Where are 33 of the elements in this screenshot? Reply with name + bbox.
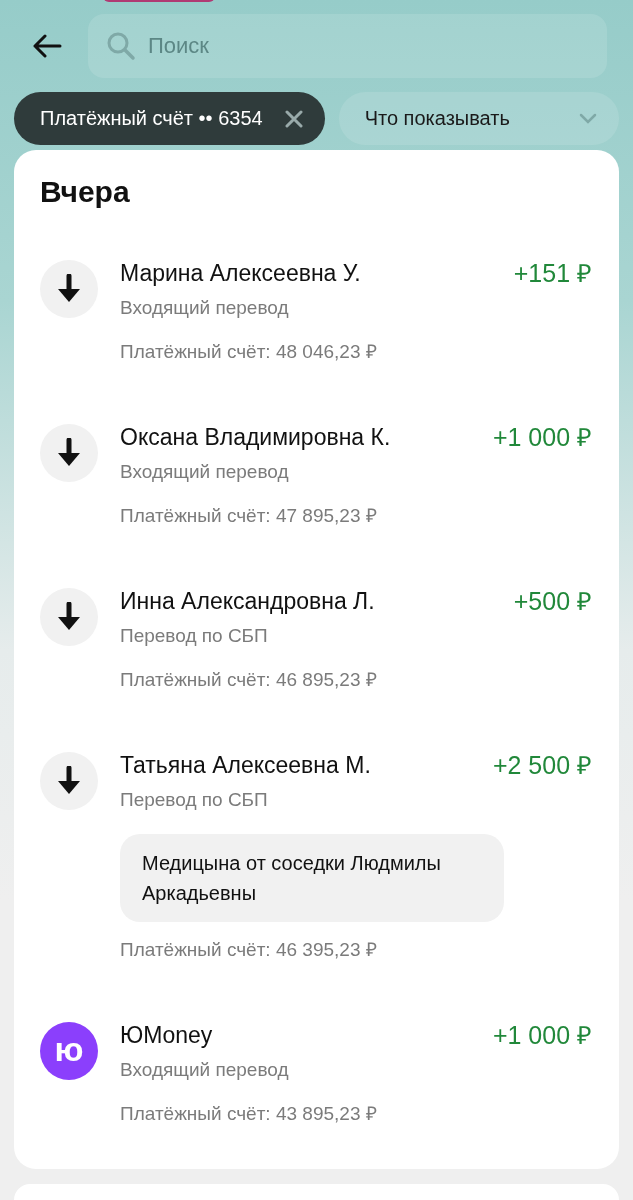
arrow-down-icon xyxy=(56,766,82,796)
close-icon[interactable] xyxy=(284,109,303,128)
transfer-type: Перевод по СБП xyxy=(120,624,268,648)
chevron-down-icon xyxy=(579,113,597,124)
arrow-down-icon xyxy=(56,602,82,632)
account-balance: Платёжный счёт: 46 895,23 ₽ xyxy=(120,668,377,692)
section-title: Вчера xyxy=(40,174,131,210)
amount: +2 500 ₽ xyxy=(492,750,592,780)
account-balance: Платёжный счёт: 47 895,23 ₽ xyxy=(120,504,377,528)
back-arrow-icon xyxy=(32,34,62,58)
merchant-logo: ю xyxy=(40,1022,98,1080)
amount: +151 ₽ xyxy=(513,258,592,288)
sender-name: Инна Александровна Л. xyxy=(120,587,375,616)
message-bubble: Медицына от соседки Людмилы Аркадьевны xyxy=(120,834,504,922)
filter-dropdown[interactable]: Что показывать xyxy=(338,92,619,145)
search-icon xyxy=(106,31,136,61)
account-balance: Платёжный счёт: 43 895,23 ₽ xyxy=(120,1102,377,1126)
filter-chip[interactable]: Платёжный счёт •• 6354 xyxy=(14,92,325,145)
amount: +500 ₽ xyxy=(513,586,592,616)
sender-name: Татьяна Алексеевна М. xyxy=(120,751,371,780)
arrow-down-icon xyxy=(56,438,82,468)
sender-name: Марина Алексеевна У. xyxy=(120,259,361,288)
transfer-type: Входящий перевод xyxy=(120,296,289,320)
sender-name: Оксана Владимировна К. xyxy=(120,423,391,452)
arrow-down-icon xyxy=(56,274,82,304)
account-balance: Платёжный счёт: 48 046,23 ₽ xyxy=(120,340,377,364)
account-balance: Платёжный счёт: 46 395,23 ₽ xyxy=(120,938,377,962)
transfer-type: Входящий перевод xyxy=(120,460,289,484)
amount: +1 000 ₽ xyxy=(492,1020,592,1050)
amount: +1 000 ₽ xyxy=(492,422,592,452)
sender-name: ЮMoney xyxy=(120,1021,213,1050)
transfer-type: Перевод по СБП xyxy=(120,788,268,812)
transfer-type: Входящий перевод xyxy=(120,1058,289,1082)
